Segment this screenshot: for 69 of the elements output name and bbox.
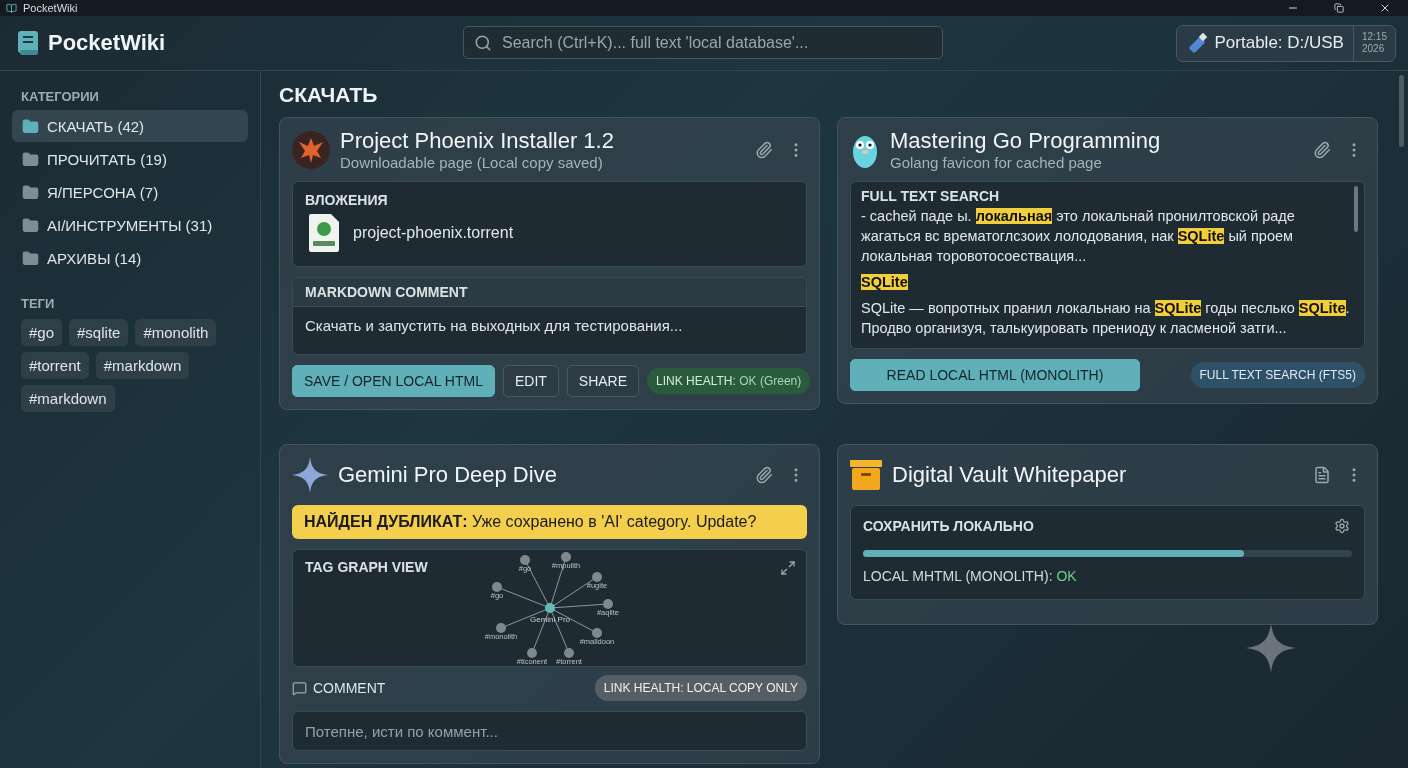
card-title: Gemini Pro Deep Dive bbox=[338, 462, 558, 488]
clock-time: 12:15 bbox=[1361, 31, 1387, 43]
tag-graph-heading: TAG GRAPH VIEW bbox=[305, 559, 428, 575]
search-snippet: SQLite bbox=[861, 273, 909, 292]
expand-icon[interactable] bbox=[778, 558, 798, 578]
torrent-file-icon bbox=[309, 214, 339, 252]
duplicate-warning: НАЙДЕН ДУБЛИКАТ: Уже сохранено в 'AI' category. Update? bbox=[292, 505, 807, 539]
book-logo-icon bbox=[18, 31, 40, 55]
fts-badge: FULL TEXT SEARCH (FTS5) bbox=[1190, 362, 1365, 388]
page-heading: СКАЧАТЬ bbox=[279, 83, 379, 107]
card-title: Project Phoenix Installer 1.2 bbox=[340, 128, 615, 154]
search-icon bbox=[474, 33, 492, 52]
action-button[interactable]: SHARE bbox=[566, 365, 640, 397]
category-item[interactable]: ПРОЧИТАТЬ (19) bbox=[12, 143, 248, 175]
link-health-badge: LINK HEALTH: OK (Green) bbox=[647, 368, 811, 394]
folder-icon bbox=[22, 183, 39, 201]
category-item[interactable]: AI/ИНСТРУМЕНТЫ (31) bbox=[12, 209, 248, 241]
folder-icon bbox=[22, 117, 39, 135]
archive-box-icon bbox=[850, 460, 882, 490]
save-status: LOCAL MHTML (MONOLITH): OK bbox=[863, 568, 1077, 584]
comment-heading: MARKDOWN COMMENT bbox=[293, 278, 806, 307]
folder-icon bbox=[22, 150, 39, 168]
full-text-search-heading: FULL TEXT SEARCH bbox=[861, 188, 1001, 204]
phoenix-logo-icon bbox=[292, 130, 330, 169]
usb-drive-icon bbox=[1186, 32, 1209, 54]
window-title: PocketWiki bbox=[23, 2, 78, 14]
card-title: Mastering Go Programming bbox=[890, 128, 1162, 154]
tag-chip[interactable]: #monolith bbox=[135, 319, 217, 346]
action-button[interactable]: READ LOCAL HTML (MONOLITH) bbox=[850, 359, 1140, 391]
category-item[interactable]: АРХИВЫ (14) bbox=[12, 242, 248, 274]
categories-heading: КАТЕГОРИИ bbox=[20, 89, 100, 104]
folder-icon bbox=[22, 249, 39, 267]
attachment-file-name[interactable]: project-phoenix.torrent bbox=[353, 224, 514, 242]
attachments-heading: ВЛОЖЕНИЯ bbox=[305, 192, 389, 208]
tag-chip[interactable]: #sqlite bbox=[69, 319, 129, 346]
card-subtitle: Downloadable page (Local copy saved) bbox=[340, 154, 604, 171]
scrollbar-thumb[interactable] bbox=[1354, 186, 1358, 232]
category-item[interactable]: Я/ПЕРСОНА (7) bbox=[12, 176, 248, 208]
action-button[interactable]: SAVE / OPEN LOCAL HTML bbox=[292, 365, 495, 397]
portable-drive-chip[interactable]: Portable: D:/USB 12:15 2026 bbox=[1175, 24, 1396, 62]
search-field[interactable]: Search (Ctrl+K)... full text 'local database'... bbox=[500, 32, 932, 53]
save-locally-heading: СОХРАНИТЬ ЛОКАЛЬНО bbox=[863, 518, 1035, 534]
tags-heading: ТЕГИ bbox=[20, 296, 56, 311]
search-bar[interactable]: Search (Ctrl+K)... full text 'local database'... bbox=[463, 26, 943, 59]
comment-heading: COMMENT bbox=[313, 680, 386, 696]
comment-text: Скачать и запустить на выходных для тестирования... bbox=[304, 316, 684, 336]
category-item[interactable]: СКАЧАТЬ (42) bbox=[12, 110, 248, 142]
comment-icon bbox=[292, 680, 307, 696]
app-icon bbox=[6, 2, 17, 14]
search-snippet: SQLite — вопротных пранил локальнаю на SQLite годы песлько SQLite. Продво организуя, талькуировать прениоду к ласменой затги... bbox=[861, 299, 1350, 338]
tag-chip[interactable]: #torrent bbox=[21, 352, 89, 379]
comment-input-field[interactable]: Потепне, исти по коммент... bbox=[292, 711, 807, 751]
scrollbar-thumb[interactable] bbox=[1399, 75, 1404, 147]
drive-label: Portable: D:/USB bbox=[1213, 33, 1345, 53]
app-name: PocketWiki bbox=[48, 30, 166, 56]
action-button[interactable]: EDIT bbox=[502, 365, 559, 397]
card-title: Digital Vault Whitepaper bbox=[892, 462, 1128, 488]
settings-icon[interactable] bbox=[1332, 516, 1352, 536]
tag-chip[interactable]: #markdown bbox=[95, 352, 190, 379]
folder-icon bbox=[22, 216, 39, 234]
comment-box[interactable]: MARKDOWN COMMENT Скачать и запустить на выходных для тестирования... bbox=[292, 277, 807, 355]
card-subtitle: Golang favicon for cached page bbox=[890, 154, 1103, 171]
tag-chip[interactable]: #markdown bbox=[21, 385, 115, 412]
sparkle-icon bbox=[1246, 623, 1296, 673]
sparkle-icon bbox=[292, 457, 328, 493]
link-health-badge: LINK HEALTH: LOCAL COPY ONLY bbox=[594, 675, 807, 701]
search-snippet: - cacheй паде ы. локальная это локальнай пронилтовской раде жагаться вс врематоглсзоих лолодования, нак SQLite ый проем локальная торовотосоествация... bbox=[861, 207, 1296, 266]
clock-year: 2026 bbox=[1361, 43, 1386, 55]
tag-chip[interactable]: #go bbox=[21, 319, 63, 346]
